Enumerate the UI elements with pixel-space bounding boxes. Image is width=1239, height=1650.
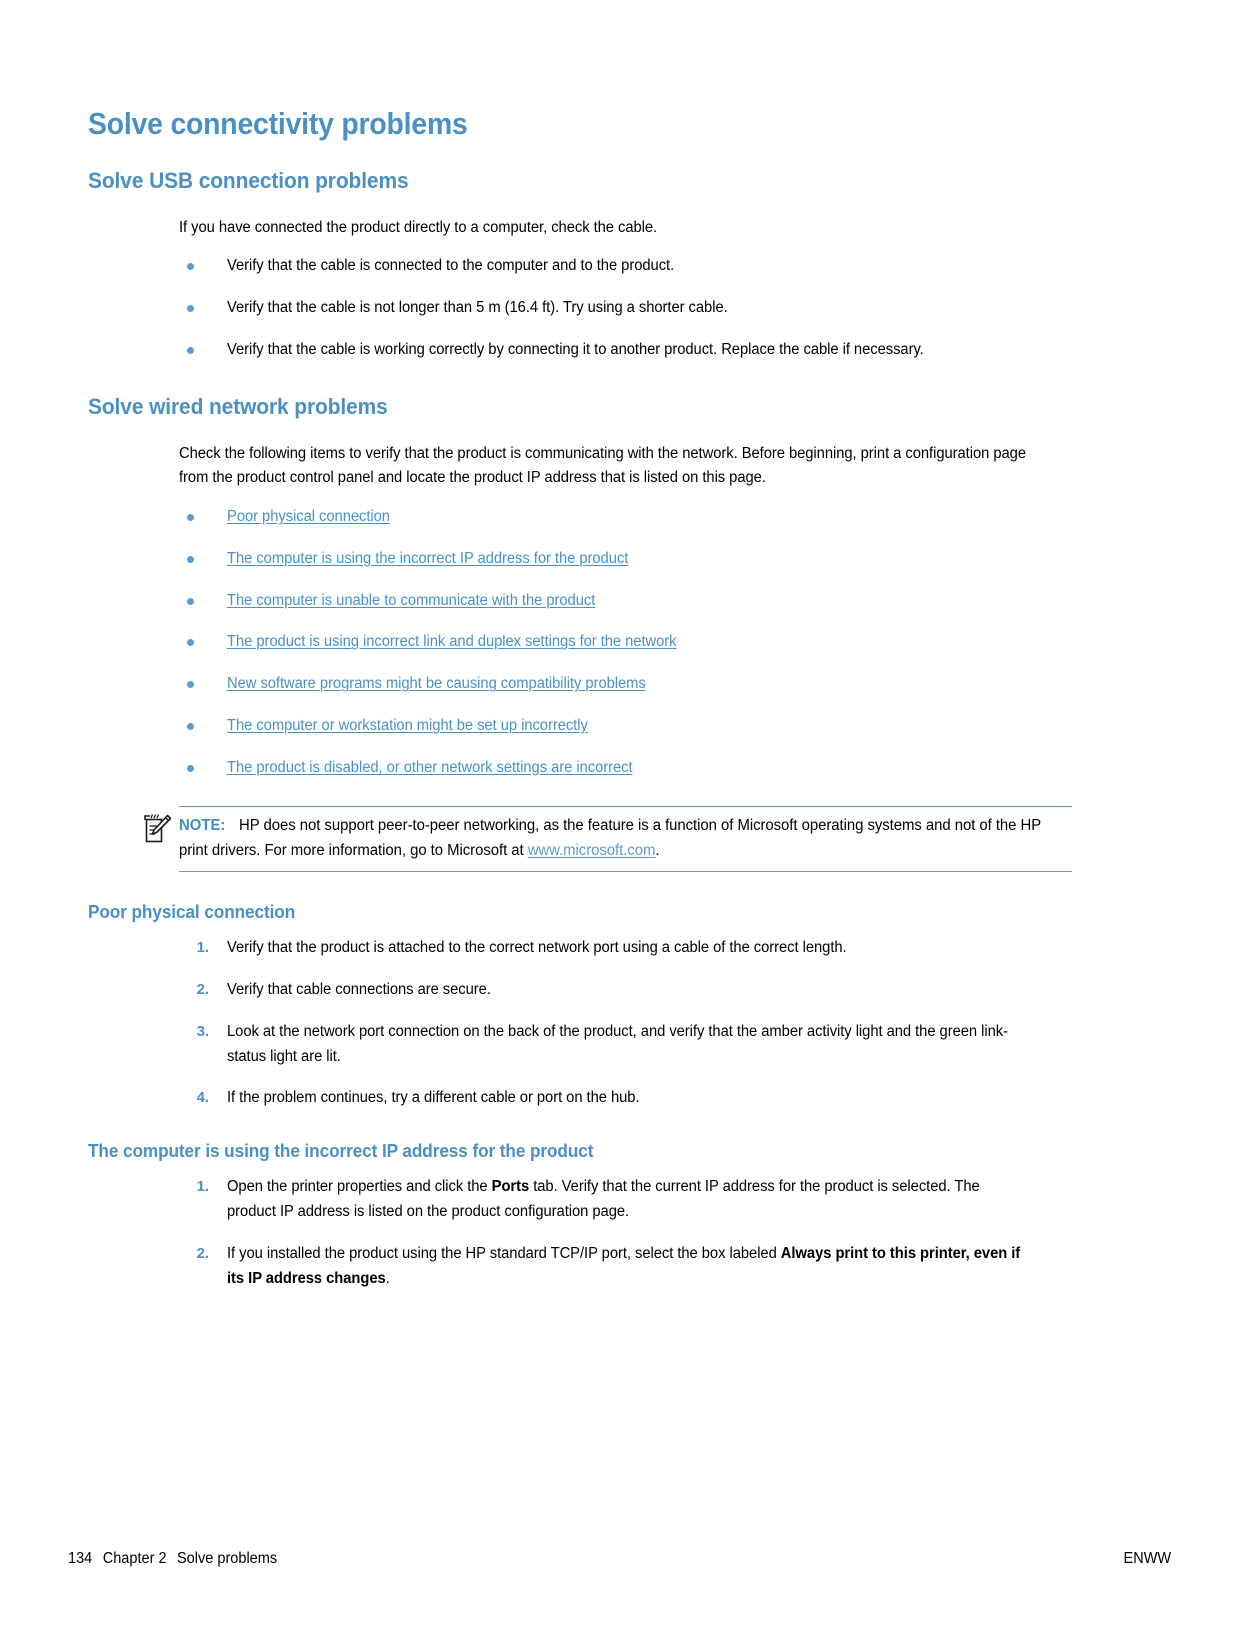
list-item-text: Open the printer properties and click th…: [227, 1175, 1030, 1225]
crossref-link-incorrect-ip-address[interactable]: The computer is using the incorrect IP a…: [227, 550, 628, 567]
footer-chapter: Chapter 2: [102, 1550, 167, 1567]
list-item-text: Verify that the cable is connected to th…: [227, 257, 675, 275]
footer-edition: ENWW: [1123, 1550, 1171, 1567]
note-callout: NOTE: HP does not support peer-to-peer ne…: [144, 806, 1072, 872]
section-heading-poor-physical-connection: Poor physical connection: [88, 900, 296, 922]
bullet-icon: [187, 263, 194, 271]
document-page: Solve connectivity problems Solve USB co…: [0, 0, 1239, 1650]
crossref-link-product-disabled[interactable]: The product is disabled, or other networ…: [227, 759, 633, 776]
list-marker: 1.: [196, 939, 209, 957]
step-text-part1: Open the printer properties and click th…: [227, 1178, 492, 1196]
list-item-text: Verify that the cable is not longer than…: [227, 299, 728, 317]
list-item-text: Verify that the cable is working correct…: [227, 340, 924, 358]
page-footer: 134 Chapter 2 Solve problems ENWW: [68, 1545, 1171, 1573]
list-item: The product is disabled, or other networ…: [179, 756, 1059, 781]
usb-bullet-list: Verify that the cable is connected to th…: [179, 254, 1059, 362]
list-item: The product is using incorrect link and …: [179, 630, 1059, 655]
list-marker: 3.: [196, 1022, 209, 1040]
step-text-part1: If you installed the product using the H…: [227, 1244, 781, 1262]
incorrect-ip-body: 1. Open the printer properties and click…: [179, 1175, 1059, 1291]
step-bold-ports: Ports: [491, 1178, 530, 1196]
list-item-text: Verify that the product is attached to t…: [227, 939, 847, 957]
list-item: New software programs might be causing c…: [179, 672, 1059, 697]
usb-intro-paragraph: If you have connected the product direct…: [179, 218, 658, 236]
list-marker: 4.: [196, 1089, 209, 1107]
bullet-icon: [187, 681, 194, 689]
list-item: The computer is unable to communicate wi…: [179, 589, 1059, 614]
list-item: Verify that the cable is working correct…: [179, 338, 1059, 363]
bullet-icon: [187, 346, 194, 354]
step-text-part2: .: [385, 1269, 390, 1287]
note-pencil-icon: [143, 813, 173, 845]
list-item-text: If you installed the product using the H…: [227, 1242, 1030, 1292]
microsoft-website-link[interactable]: www.microsoft.com: [528, 842, 656, 859]
list-item: Verify that the cable is connected to th…: [179, 254, 1059, 279]
list-item-text: If the problem continues, try a differen…: [227, 1089, 640, 1107]
bullet-icon: [187, 514, 194, 522]
list-item-text: Look at the network port connection on t…: [227, 1022, 1008, 1065]
section-heading-wired: Solve wired network problems: [88, 393, 388, 419]
footer-page-number: 134: [68, 1550, 93, 1567]
bullet-icon: [187, 555, 194, 563]
list-item: 3. Look at the network port connection o…: [179, 1020, 1059, 1070]
crossref-link-link-duplex-settings[interactable]: The product is using incorrect link and …: [227, 633, 677, 650]
footer-left: 134 Chapter 2 Solve problems: [68, 1550, 277, 1568]
note-text: NOTE: HP does not support peer-to-peer ne…: [179, 814, 1050, 864]
list-marker: 1.: [196, 1178, 209, 1196]
note-label: NOTE:: [179, 817, 226, 835]
list-item: 2. Verify that cable connections are sec…: [179, 978, 1059, 1003]
bullet-icon: [187, 722, 194, 730]
list-item: 1. Open the printer properties and click…: [179, 1175, 1059, 1225]
bullet-icon: [187, 764, 194, 772]
footer-chapter-title: Solve problems: [176, 1550, 278, 1567]
wired-crossref-list: Poor physical connection The computer is…: [179, 505, 1059, 780]
list-marker: 2.: [196, 981, 209, 999]
poor-physical-steps: 1. Verify that the product is attached t…: [179, 936, 1059, 1111]
wired-intro-paragraph: Check the following items to verify that…: [179, 444, 1026, 487]
crossref-link-new-software-programs[interactable]: New software programs might be causing c…: [227, 675, 646, 692]
list-item: Poor physical connection: [179, 505, 1059, 530]
wired-section-body: Check the following items to verify that…: [179, 442, 1059, 781]
page-title: Solve connectivity problems: [88, 107, 468, 141]
list-item: 4. If the problem continues, try a diffe…: [179, 1086, 1059, 1111]
list-item: 2. If you installed the product using th…: [179, 1242, 1059, 1292]
poor-physical-body: 1. Verify that the product is attached t…: [179, 936, 1059, 1111]
crossref-link-unable-to-communicate[interactable]: The computer is unable to communicate wi…: [227, 592, 595, 609]
note-text-after-link: .: [655, 842, 660, 860]
bullet-icon: [187, 639, 194, 647]
list-item-text: Verify that cable connections are secure…: [227, 981, 491, 999]
bullet-icon: [187, 305, 194, 313]
list-item: Verify that the cable is not longer than…: [179, 296, 1059, 321]
page-content: Solve connectivity problems Solve USB co…: [88, 108, 1088, 1292]
crossref-link-workstation-setup[interactable]: The computer or workstation might be set…: [227, 717, 588, 734]
section-heading-incorrect-ip: The computer is using the incorrect IP a…: [88, 1140, 594, 1162]
list-item: 1. Verify that the product is attached t…: [179, 936, 1059, 961]
bullet-icon: [187, 597, 194, 605]
list-item: The computer or workstation might be set…: [179, 714, 1059, 739]
crossref-link-poor-physical-connection[interactable]: Poor physical connection: [227, 508, 390, 525]
list-item: The computer is using the incorrect IP a…: [179, 547, 1059, 572]
usb-section-body: If you have connected the product direct…: [179, 216, 1059, 363]
section-heading-usb: Solve USB connection problems: [88, 167, 409, 193]
list-marker: 2.: [196, 1244, 209, 1262]
incorrect-ip-steps: 1. Open the printer properties and click…: [179, 1175, 1059, 1291]
